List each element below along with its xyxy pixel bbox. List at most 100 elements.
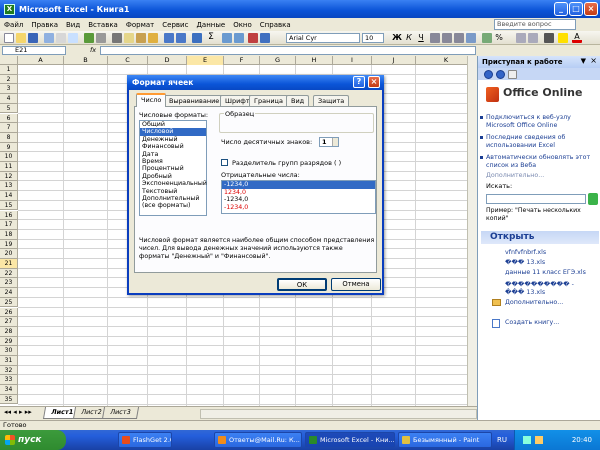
menu-window[interactable]: Окно <box>233 21 252 29</box>
menu-view[interactable]: Вид <box>66 21 80 29</box>
pane-dropdown-icon[interactable]: ▼ <box>581 57 586 65</box>
save-icon[interactable] <box>28 33 38 43</box>
task-excel[interactable]: Microsoft Excel - Кни... <box>305 432 395 448</box>
row-header[interactable]: 5 <box>0 103 18 114</box>
column-header[interactable]: F <box>224 56 260 65</box>
tray-icon[interactable] <box>523 436 531 444</box>
research-icon[interactable] <box>96 33 106 43</box>
fill-color-icon[interactable] <box>558 33 568 43</box>
negative-format-item[interactable]: -1234,0 <box>222 181 375 189</box>
row-header[interactable]: 23 <box>0 278 18 289</box>
row-header[interactable]: 34 <box>0 385 18 395</box>
align-left-icon[interactable] <box>430 33 440 43</box>
row-header[interactable]: 14 <box>0 191 18 201</box>
row-header[interactable]: 15 <box>0 200 18 211</box>
maximize-button[interactable]: □ <box>569 2 583 16</box>
underline-icon[interactable]: Ч <box>416 33 426 43</box>
row-header[interactable]: 31 <box>0 356 18 366</box>
cancel-button[interactable]: Отмена <box>331 278 381 291</box>
column-header[interactable]: J <box>372 56 416 65</box>
row-header[interactable]: 12 <box>0 171 18 182</box>
negative-format-item[interactable]: -1234,0 <box>222 196 375 204</box>
row-header[interactable]: 13 <box>0 181 18 192</box>
column-header[interactable]: A <box>18 56 64 65</box>
row-header[interactable]: 33 <box>0 375 18 386</box>
format-category-item[interactable]: Дата <box>140 151 206 158</box>
row-header[interactable]: 30 <box>0 346 18 356</box>
row-header[interactable]: 9 <box>0 142 18 153</box>
row-header[interactable]: 19 <box>0 239 18 250</box>
menu-insert[interactable]: Вставка <box>88 21 118 29</box>
align-center-icon[interactable] <box>442 33 452 43</box>
format-category-item[interactable]: Финансовый <box>140 143 206 150</box>
row-header[interactable]: 2 <box>0 74 18 85</box>
row-header[interactable]: 6 <box>0 113 18 124</box>
autosum-icon[interactable]: Σ <box>206 33 216 43</box>
sort-desc-icon[interactable] <box>234 33 244 43</box>
row-header[interactable]: 27 <box>0 317 18 327</box>
row-header[interactable]: 20 <box>0 249 18 259</box>
negative-format-item[interactable]: 1234,0 <box>222 189 375 197</box>
row-header[interactable]: 7 <box>0 123 18 133</box>
currency-icon[interactable] <box>482 33 492 43</box>
menu-file[interactable]: Файл <box>4 21 23 29</box>
column-header[interactable]: C <box>108 56 148 65</box>
recent-file-3[interactable]: данные 11 класс ЕГЭ.xls <box>505 269 599 277</box>
row-header[interactable]: 10 <box>0 152 18 162</box>
link-auto-update[interactable]: Автоматически обновлять этот список из В… <box>480 154 596 170</box>
row-header[interactable]: 22 <box>0 268 18 279</box>
drawing-icon[interactable] <box>260 33 270 43</box>
minimize-button[interactable]: _ <box>554 2 568 16</box>
spelling-icon[interactable] <box>84 33 94 43</box>
chart-icon[interactable] <box>248 33 258 43</box>
row-header[interactable]: 3 <box>0 84 18 95</box>
spinner-arrows-icon[interactable] <box>332 138 338 146</box>
print-icon[interactable] <box>56 33 66 43</box>
font-select[interactable]: Arial Cyr <box>286 33 360 43</box>
preview-icon[interactable] <box>68 33 78 43</box>
office-online-logo[interactable]: Office Online <box>486 84 594 106</box>
format-category-item[interactable]: Числовой <box>140 128 206 136</box>
row-header[interactable]: 18 <box>0 229 18 240</box>
sort-asc-icon[interactable] <box>222 33 232 43</box>
horizontal-scrollbar[interactable] <box>200 409 477 419</box>
row-header[interactable]: 25 <box>0 297 18 308</box>
menu-tools[interactable]: Сервис <box>162 21 188 29</box>
row-header[interactable]: 4 <box>0 94 18 104</box>
menu-help[interactable]: Справка <box>260 21 291 29</box>
row-header[interactable]: 8 <box>0 132 18 143</box>
negative-format-item[interactable]: -1234,0 <box>222 204 375 212</box>
language-indicator[interactable]: RU <box>497 436 507 444</box>
row-header[interactable]: 35 <box>0 394 18 405</box>
format-painter-icon[interactable] <box>148 33 158 43</box>
ok-button[interactable]: ОК <box>277 278 327 291</box>
new-icon[interactable] <box>4 33 14 43</box>
hyperlink-icon[interactable] <box>192 33 202 43</box>
format-category-list[interactable]: Общий Числовой Денежный Финансовый Дата Время… <box>139 120 207 216</box>
bold-icon[interactable]: Ж <box>392 33 402 43</box>
link-office-online[interactable]: Подключиться к веб-узлу Microsoft Office… <box>480 114 596 130</box>
task-paint[interactable]: Безымянный - Paint <box>398 432 492 448</box>
cut-icon[interactable] <box>112 33 122 43</box>
start-button[interactable]: пуск <box>0 430 66 450</box>
sheet-nav-icon[interactable]: ◂◂ ◂ ▸ ▸▸ <box>4 408 32 416</box>
task-browser[interactable]: Ответы@Mail.Ru: К... <box>214 432 302 448</box>
dialog-help-button[interactable]: ? <box>353 76 365 88</box>
forward-icon[interactable] <box>496 70 505 79</box>
task-flashget[interactable]: FlashGet 2.0 <box>118 432 172 448</box>
row-header[interactable]: 29 <box>0 336 18 347</box>
select-all-corner[interactable] <box>0 56 18 65</box>
help-search-input[interactable]: Введите вопрос <box>494 19 576 30</box>
format-category-item[interactable]: (все форматы) <box>140 202 206 209</box>
format-category-item[interactable]: Дополнительный <box>140 195 206 202</box>
format-category-item[interactable]: Экспоненциальный <box>140 180 207 187</box>
separator-checkbox[interactable] <box>221 159 228 166</box>
column-header[interactable]: I <box>333 56 372 65</box>
pane-close-icon[interactable]: × <box>590 56 597 65</box>
recent-file-2[interactable]: ��� 13.xls <box>505 259 599 267</box>
recent-file-4[interactable]: ���������� - ��� 13.xls <box>505 281 589 297</box>
italic-icon[interactable]: К <box>404 33 414 43</box>
row-header[interactable]: 17 <box>0 220 18 230</box>
menu-data[interactable]: Данные <box>196 21 225 29</box>
format-category-item[interactable]: Текстовый <box>140 188 206 195</box>
